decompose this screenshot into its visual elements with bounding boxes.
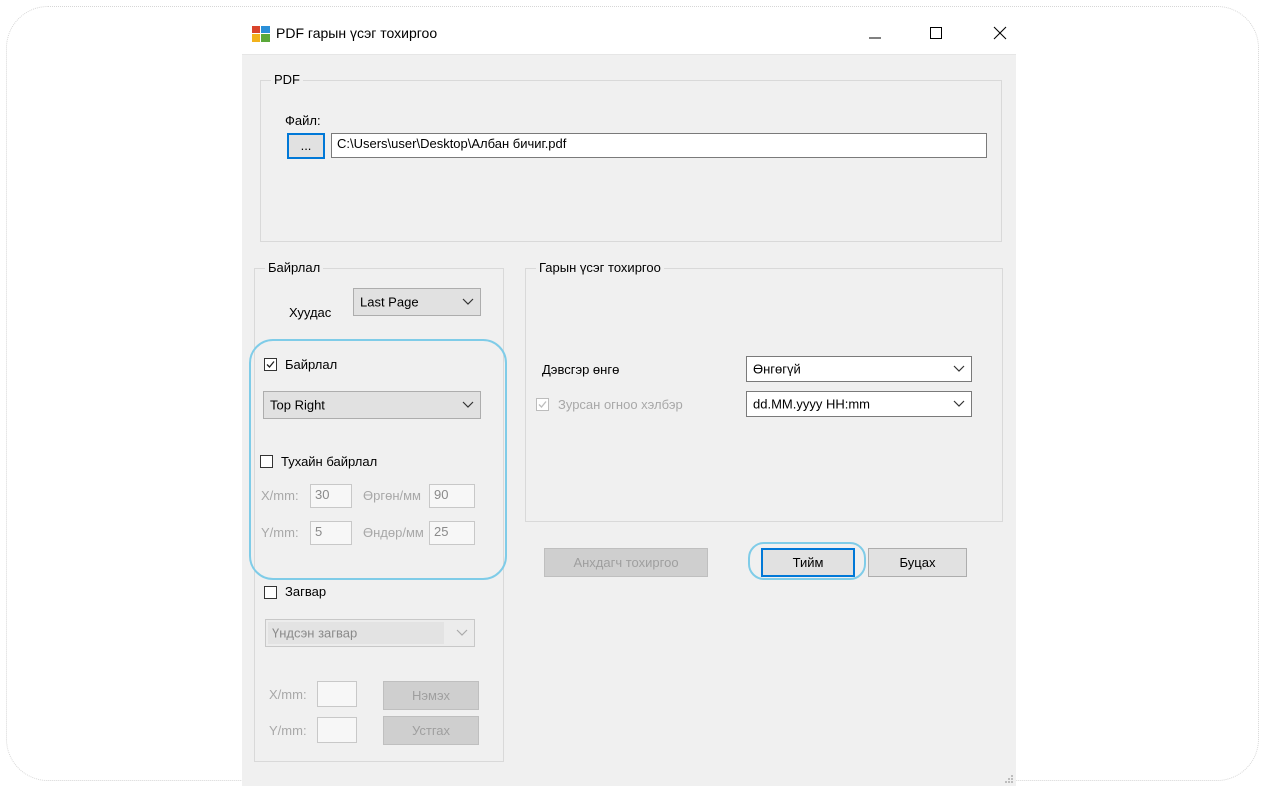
pdf-group: PDF Файл: ... C:\Users\user\Desktop\Алба… [260, 73, 1002, 242]
template-y-label: Y/mm: [269, 723, 307, 738]
minimize-button[interactable] [859, 20, 891, 46]
app-window-icon [252, 26, 270, 42]
layout-group-label: Байрлал [265, 261, 324, 275]
position-settings-highlight [249, 339, 507, 580]
page-label: Хуудас [289, 305, 332, 320]
date-format-value: dd.MM.yyyy HH:mm [753, 396, 870, 412]
maximize-icon [930, 27, 942, 39]
background-color-label: Дэвсгэр өнгө [542, 362, 620, 377]
date-format-checkbox[interactable] [536, 398, 549, 411]
chevron-down-icon [953, 365, 965, 372]
defaults-button[interactable]: Анхдагч тохиргоо [544, 548, 708, 577]
close-icon [993, 26, 1007, 40]
close-button[interactable] [984, 20, 1016, 46]
template-x-field[interactable] [317, 681, 357, 707]
remove-button[interactable]: Устгах [383, 716, 479, 745]
page-select[interactable]: Last Page [353, 288, 481, 316]
cancel-button[interactable]: Буцах [868, 548, 967, 577]
ok-button-highlight [748, 542, 866, 580]
signature-group-label: Гарын үсэг тохиргоо [536, 261, 664, 275]
file-path-field[interactable]: C:\Users\user\Desktop\Албан бичиг.pdf [331, 133, 987, 158]
background-color-value: Өнгөгүй [753, 361, 801, 377]
template-checkbox[interactable] [264, 586, 277, 599]
file-label: Файл: [285, 113, 321, 128]
pdf-group-label: PDF [271, 73, 303, 87]
minimize-icon [869, 37, 881, 39]
template-x-label: X/mm: [269, 687, 307, 702]
template-checkbox-label: Загвар [285, 584, 327, 599]
date-format-label: Зурсан огноо хэлбэр [558, 397, 683, 412]
signature-group: Гарын үсэг тохиргоо Дэвсгэр өнгө Өнгөгүй… [525, 261, 1003, 522]
browse-file-button[interactable]: ... [287, 133, 325, 159]
template-y-field[interactable] [317, 717, 357, 743]
maximize-button[interactable] [920, 20, 952, 46]
page-select-value: Last Page [360, 294, 419, 310]
date-format-select[interactable]: dd.MM.yyyy HH:mm [746, 391, 972, 417]
background-color-select[interactable]: Өнгөгүй [746, 356, 972, 382]
title-bar: PDF гарын үсэг тохиргоо [242, 12, 1016, 55]
template-select-value: Үндсэн загвар [272, 625, 358, 641]
checkmark-icon [538, 401, 547, 408]
chevron-down-icon [456, 629, 468, 636]
add-button[interactable]: Нэмэх [383, 681, 479, 710]
chevron-down-icon [462, 298, 474, 305]
template-select[interactable]: Үндсэн загвар [265, 619, 475, 647]
resize-grip-icon[interactable] [1004, 774, 1014, 784]
chevron-down-icon [953, 400, 965, 407]
window-title: PDF гарын үсэг тохиргоо [276, 25, 438, 41]
